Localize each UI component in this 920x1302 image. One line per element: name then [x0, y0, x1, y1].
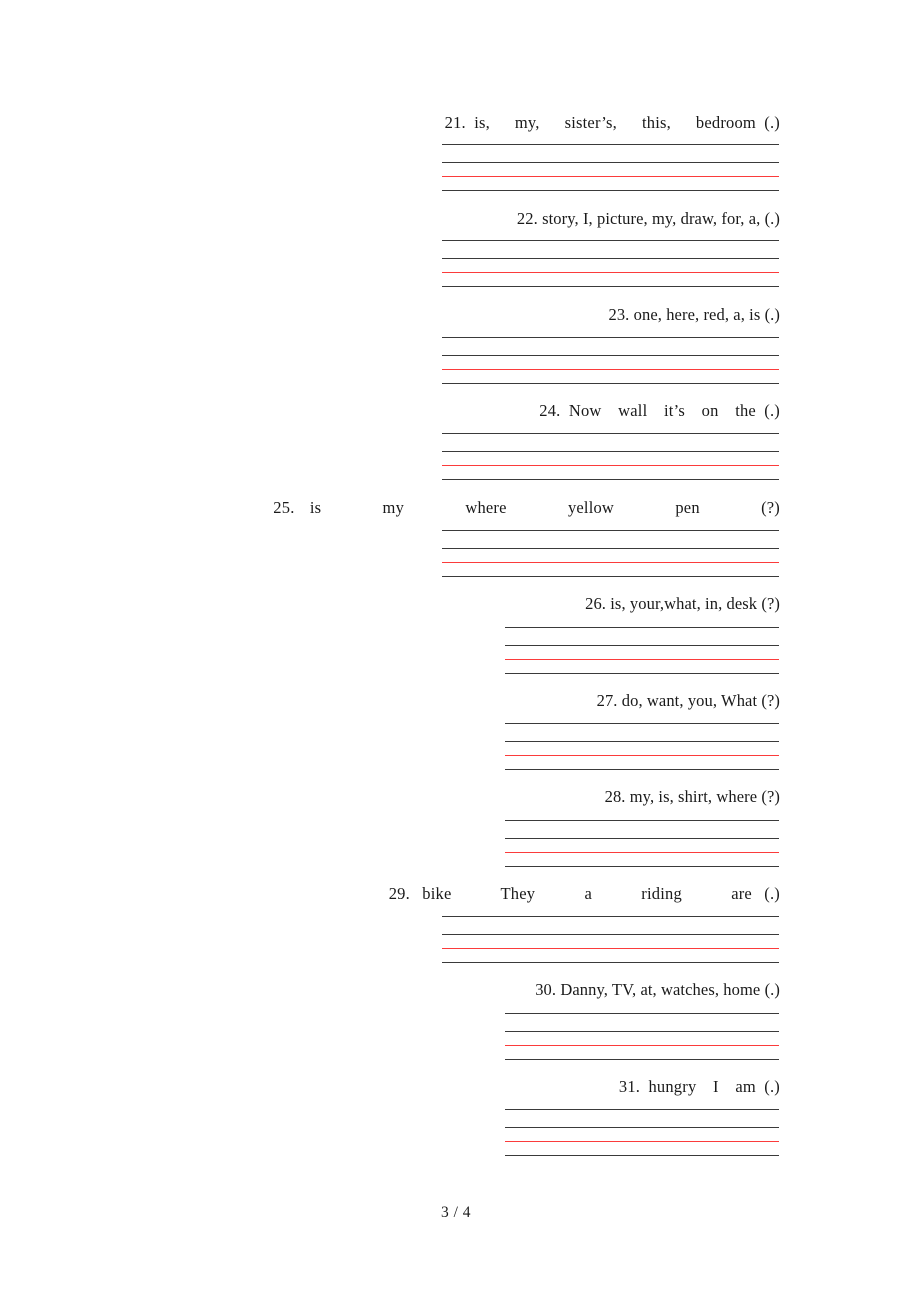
writing-line — [505, 820, 779, 821]
exercise-prompt: 29. bike They a riding are (.) — [388, 884, 780, 903]
writing-line-red — [505, 1141, 779, 1142]
writing-line-red — [442, 176, 779, 177]
exercise-prompt: 21. is, my, sister’s, this, bedroom (.) — [444, 113, 780, 132]
writing-line — [505, 1013, 779, 1014]
writing-line — [505, 838, 779, 839]
exercise-prompt: 23. one, here, red, a, is (.) — [608, 305, 780, 324]
writing-line — [442, 433, 779, 434]
writing-line-red — [442, 272, 779, 273]
writing-line — [442, 355, 779, 356]
exercise-prompt: 31. hungry I am (.) — [618, 1077, 780, 1096]
writing-line — [442, 934, 779, 935]
page-number: 3 / 4 — [441, 1204, 472, 1221]
writing-line — [442, 190, 779, 191]
writing-line — [442, 479, 779, 480]
exercise-prompt: 22. story, I, picture, my, draw, for, a,… — [516, 209, 780, 228]
writing-line — [505, 673, 779, 674]
exercise-prompt: 24. Now wall it’s on the (.) — [539, 401, 780, 420]
writing-line — [505, 723, 779, 724]
writing-line — [505, 1127, 779, 1128]
exercise-prompt: 28. my, is, shirt, where (?) — [604, 787, 780, 806]
writing-line-red — [442, 948, 779, 949]
exercise-prompt: 25. is my where yellow pen (?) — [273, 498, 780, 517]
worksheet-page: 21. is, my, sister’s, this, bedroom (.) 2… — [0, 0, 920, 1302]
exercise-prompt: 30. Danny, TV, at, watches, home (.) — [535, 980, 780, 999]
writing-line — [505, 1031, 779, 1032]
writing-line — [442, 530, 779, 531]
writing-line — [505, 1155, 779, 1156]
writing-line-red — [505, 659, 779, 660]
writing-line — [442, 162, 779, 163]
writing-line — [442, 451, 779, 452]
writing-line-red — [505, 1045, 779, 1046]
writing-line-red — [505, 852, 779, 853]
writing-line — [442, 548, 779, 549]
exercise-prompt: 26. is, your,what, in, desk (?) — [585, 594, 780, 613]
writing-line — [442, 286, 779, 287]
writing-line — [505, 1059, 779, 1060]
writing-line — [442, 337, 779, 338]
writing-line — [505, 1109, 779, 1110]
writing-line — [442, 383, 779, 384]
writing-line — [505, 769, 779, 770]
writing-line — [505, 866, 779, 867]
writing-line — [442, 144, 779, 145]
writing-line-red — [442, 369, 779, 370]
writing-line — [442, 576, 779, 577]
writing-line-red — [442, 562, 779, 563]
writing-line — [442, 962, 779, 963]
exercise-prompt: 27. do, want, you, What (?) — [596, 691, 780, 710]
writing-line-red — [442, 465, 779, 466]
writing-line — [505, 627, 779, 628]
writing-line — [442, 240, 779, 241]
writing-line — [505, 645, 779, 646]
writing-line-red — [505, 755, 779, 756]
writing-line — [505, 741, 779, 742]
writing-line — [442, 258, 779, 259]
writing-line — [442, 916, 779, 917]
